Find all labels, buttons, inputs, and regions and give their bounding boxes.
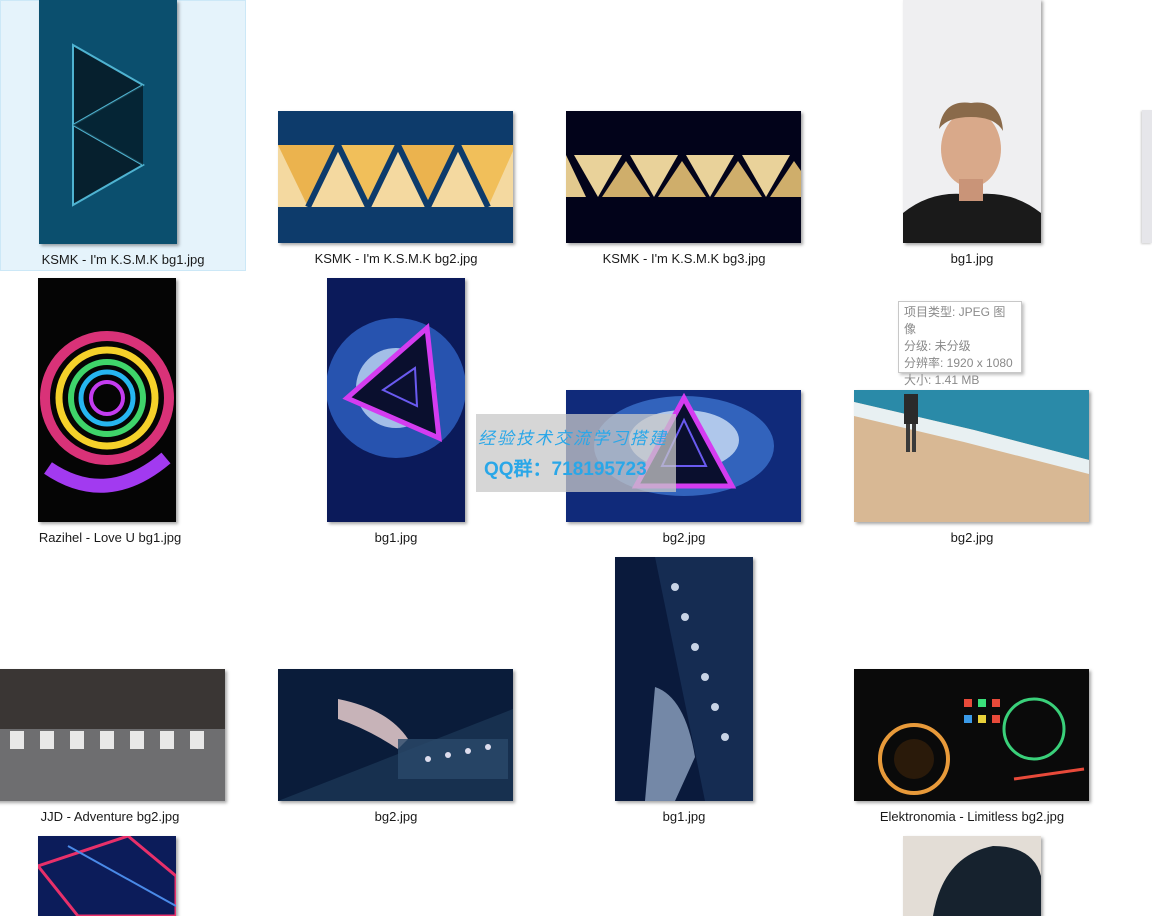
tooltip-resolution: 分辨率: 1920 x 1080 bbox=[904, 356, 1013, 370]
thumbnail bbox=[566, 111, 801, 243]
thumbnail bbox=[0, 669, 225, 801]
file-item[interactable]: KSMK - I'm K.S.M.K bg3.jpg bbox=[546, 0, 822, 271]
file-item[interactable]: KSMK - I'm K.S.M.K bg2.jpg bbox=[258, 0, 534, 271]
thumbnail bbox=[38, 278, 176, 522]
file-name: Elektronomia - Limitless bg2.jpg bbox=[879, 809, 1065, 824]
file-name: bg2.jpg bbox=[662, 530, 706, 545]
thumbnail bbox=[38, 836, 176, 916]
thumbnail bbox=[854, 390, 1089, 522]
thumbnail bbox=[327, 278, 465, 522]
thumbnail bbox=[854, 669, 1089, 801]
file-name: bg1.jpg bbox=[662, 809, 706, 824]
file-name: Razihel - Love U bg1.jpg bbox=[38, 530, 182, 545]
file-item[interactable]: JJD - Adventure bg2.jpg bbox=[0, 551, 225, 831]
thumbnail-partial bbox=[1142, 110, 1152, 243]
file-name: bg2.jpg bbox=[374, 809, 418, 824]
file-item[interactable]: KSMK - I'm K.S.M.K bg1.jpg bbox=[0, 0, 246, 271]
thumbnail bbox=[903, 0, 1041, 243]
file-item[interactable]: bg1.jpg bbox=[834, 0, 1110, 271]
file-item[interactable] bbox=[834, 831, 1110, 916]
thumbnail bbox=[615, 557, 753, 801]
watermark-line1: 经验技术交流学习搭建 bbox=[478, 429, 668, 449]
file-item[interactable]: Elektronomia - Limitless bg2.jpg bbox=[834, 551, 1110, 831]
thumbnail bbox=[39, 0, 177, 244]
watermark-line2: QQ群：718195723 bbox=[484, 459, 647, 480]
file-name: KSMK - I'm K.S.M.K bg2.jpg bbox=[314, 251, 478, 266]
tooltip-rating: 分级: 未分级 bbox=[904, 339, 971, 353]
file-name: JJD - Adventure bg2.jpg bbox=[40, 809, 180, 824]
file-item[interactable] bbox=[0, 831, 220, 916]
file-name: bg1.jpg bbox=[950, 251, 994, 266]
thumbnail bbox=[278, 669, 513, 801]
tooltip-type: 项目类型: JPEG 图像 bbox=[904, 305, 1006, 336]
file-info-tooltip: 项目类型: JPEG 图像 分级: 未分级 分辨率: 1920 x 1080 大… bbox=[898, 301, 1022, 387]
tooltip-size: 大小: 1.41 MB bbox=[904, 373, 980, 387]
file-item[interactable]: bg1.jpg bbox=[546, 551, 822, 831]
file-name: KSMK - I'm K.S.M.K bg1.jpg bbox=[41, 252, 205, 267]
file-name: bg1.jpg bbox=[374, 530, 418, 545]
file-item[interactable]: bg2.jpg bbox=[546, 271, 822, 551]
thumbnail bbox=[903, 836, 1041, 916]
file-name: bg2.jpg bbox=[950, 530, 994, 545]
file-name: KSMK - I'm K.S.M.K bg3.jpg bbox=[602, 251, 766, 266]
file-item[interactable]: bg2.jpg bbox=[258, 551, 534, 831]
file-item[interactable]: Razihel - Love U bg1.jpg bbox=[0, 271, 220, 551]
thumbnail bbox=[278, 111, 513, 243]
file-item[interactable]: bg1.jpg bbox=[258, 271, 534, 551]
